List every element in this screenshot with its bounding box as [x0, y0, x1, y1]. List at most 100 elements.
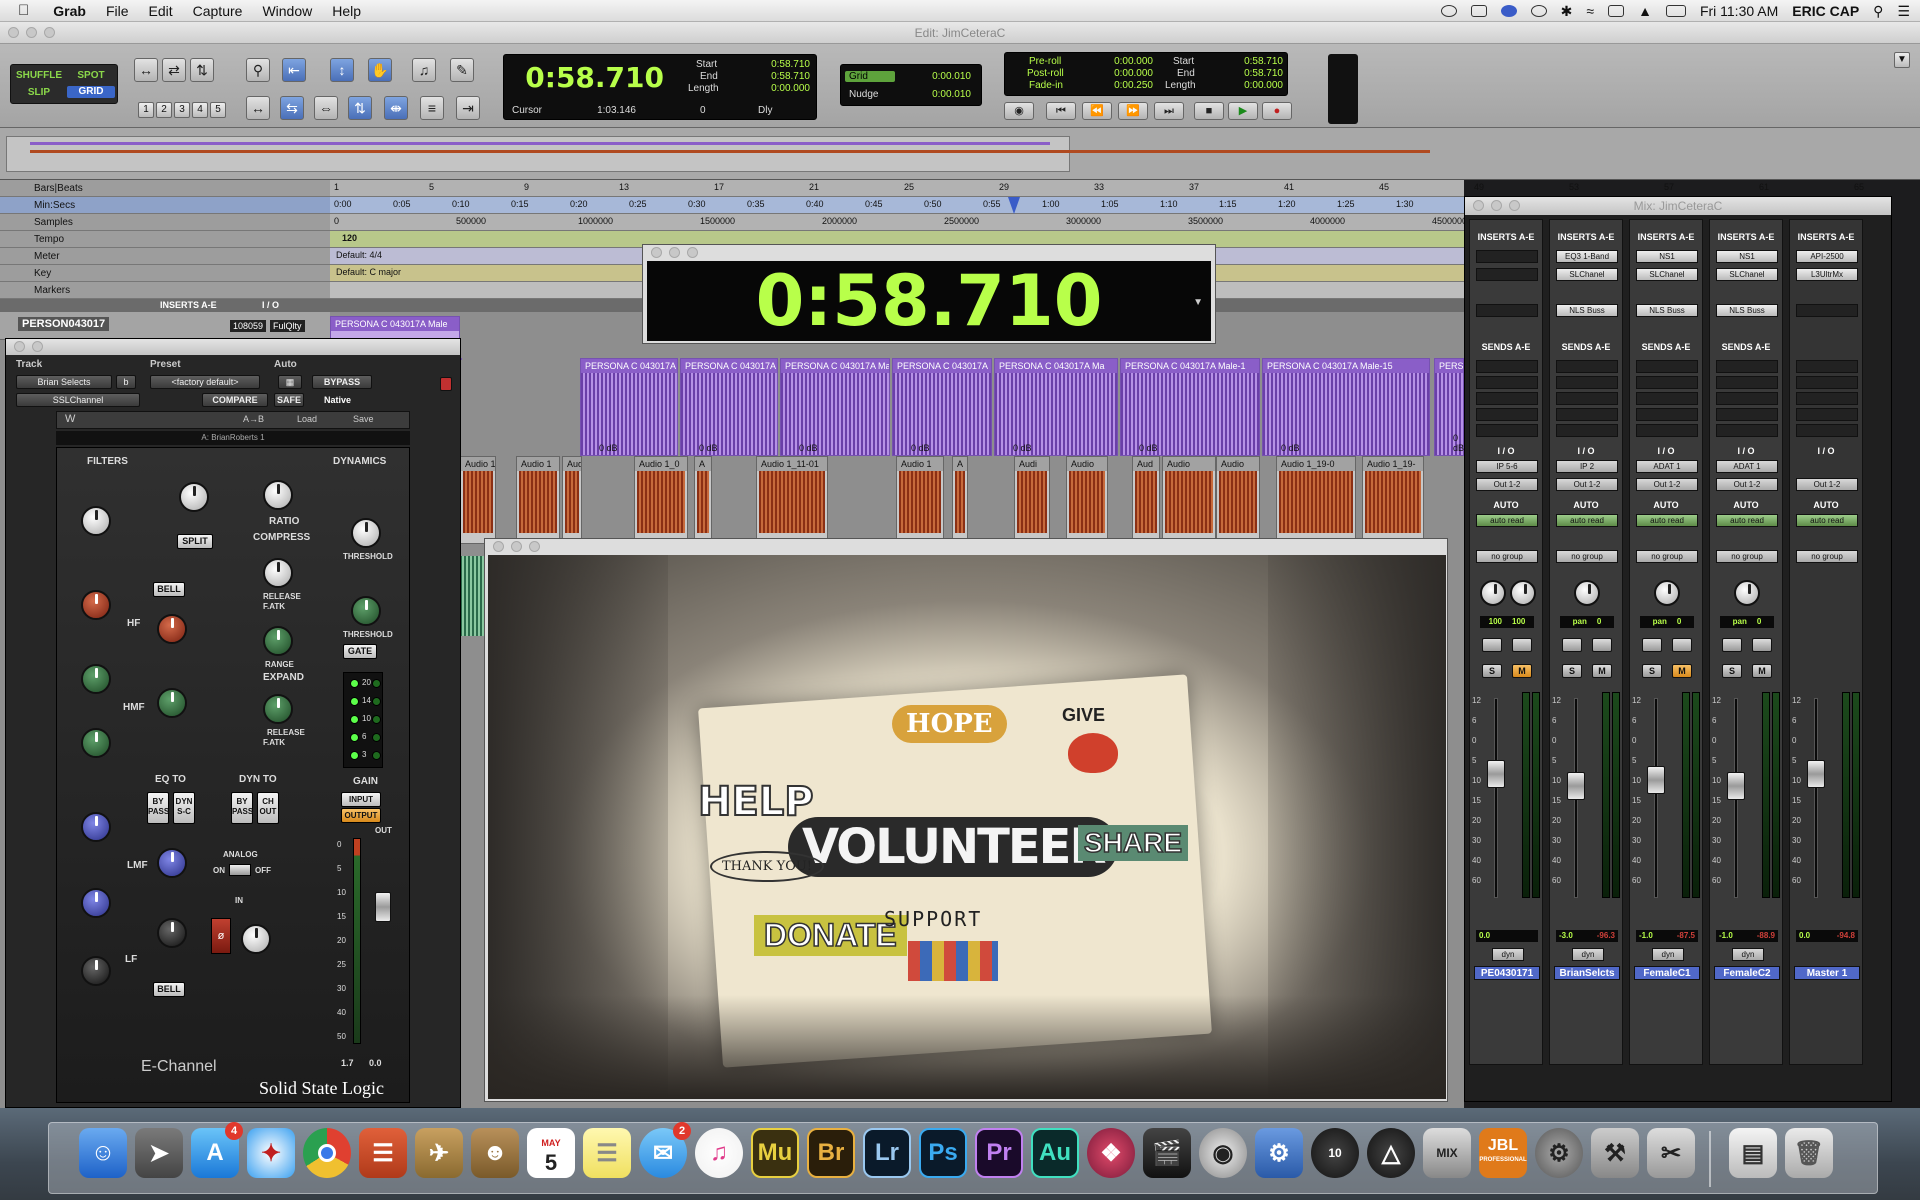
- automation-mode-select[interactable]: auto read: [1716, 514, 1778, 527]
- lmf-q-knob[interactable]: [81, 888, 111, 918]
- commands-focus-icon[interactable]: ⇥: [456, 96, 480, 120]
- insert-slot[interactable]: [1796, 304, 1858, 317]
- solo-button[interactable]: S: [1722, 664, 1742, 678]
- comp-release-knob[interactable]: [263, 558, 293, 588]
- group-select[interactable]: no group: [1716, 550, 1778, 563]
- solo-button[interactable]: S: [1482, 664, 1502, 678]
- big-counter-display[interactable]: 0:58.710: [647, 261, 1211, 341]
- notes-icon[interactable]: ☰: [583, 1128, 631, 1178]
- mute-button[interactable]: M: [1512, 664, 1532, 678]
- clip-audio[interactable]: Audio 1: [896, 456, 944, 544]
- clip-purple[interactable]: PERS 0 dB: [1434, 358, 1464, 456]
- muse-icon[interactable]: Mu: [751, 1128, 799, 1178]
- solo-button[interactable]: S: [1562, 664, 1582, 678]
- toolbar-menu-icon[interactable]: ▼: [1894, 52, 1910, 68]
- group-select[interactable]: no group: [1476, 550, 1538, 563]
- input-selector[interactable]: IP 5-6: [1476, 460, 1538, 473]
- plugin-minimize-button[interactable]: [32, 341, 43, 352]
- image-zoom-button[interactable]: [529, 541, 540, 552]
- key-value[interactable]: Default: C major: [336, 267, 401, 277]
- key-ruler-label[interactable]: Key: [0, 265, 330, 282]
- track-header-person[interactable]: PERSON043017 108059 FulQlty: [0, 312, 330, 340]
- clip-audio[interactable]: A: [694, 456, 712, 544]
- plugin-track-b[interactable]: b: [116, 375, 136, 389]
- zoom-preset-2[interactable]: 2: [156, 102, 172, 118]
- main-counter[interactable]: 0:58.710: [514, 61, 664, 94]
- clip-audio[interactable]: Aud: [1132, 456, 1160, 544]
- safari-icon[interactable]: ✦: [247, 1128, 295, 1178]
- record-enable-button[interactable]: [1722, 638, 1742, 652]
- pencil-tool-icon[interactable]: ✎: [450, 58, 474, 82]
- volume-fader[interactable]: [1727, 772, 1745, 800]
- clip-purple[interactable]: PERSONA C 043017A 0 dB: [580, 358, 678, 456]
- chrome-icon[interactable]: [303, 1128, 351, 1178]
- split-button[interactable]: SPLIT: [177, 534, 213, 549]
- insert-slot[interactable]: EQ3 1-Band: [1556, 250, 1618, 263]
- menu-user[interactable]: ERIC CAP: [1792, 3, 1859, 19]
- menu-file[interactable]: File: [96, 3, 139, 19]
- display-icon[interactable]: [1470, 5, 1487, 17]
- gate-range-knob[interactable]: [263, 626, 293, 656]
- wifi-icon[interactable]: ≈: [1586, 3, 1594, 19]
- battery-icon[interactable]: [1665, 5, 1686, 17]
- group-select[interactable]: no group: [1556, 550, 1618, 563]
- track-name-plate[interactable]: PE0430171: [1474, 966, 1540, 980]
- slip-mode-button[interactable]: SLIP: [15, 87, 63, 99]
- input-monitor-button[interactable]: [1672, 638, 1692, 652]
- send-slot[interactable]: [1716, 360, 1778, 373]
- record-enable-button[interactable]: [1482, 638, 1502, 652]
- stop-icon[interactable]: ■: [1194, 102, 1224, 120]
- system-preferences-icon[interactable]: ⚙: [1535, 1128, 1583, 1178]
- scrubber-tool-icon[interactable]: ♫: [412, 58, 436, 82]
- send-slot[interactable]: [1476, 392, 1538, 405]
- track-name-plate[interactable]: FemaleC1: [1634, 966, 1700, 980]
- clip-audio[interactable]: Audio: [1216, 456, 1260, 544]
- plugin-preset-select[interactable]: <factory default>: [150, 375, 260, 389]
- comp-threshold-knob[interactable]: [351, 518, 381, 548]
- gate-release-knob[interactable]: [263, 694, 293, 724]
- clip-purple[interactable]: PERSONA C 043017A 0 dB: [892, 358, 992, 456]
- insert-slot[interactable]: L3UltrMx: [1796, 268, 1858, 281]
- insert-slot[interactable]: NLS Buss: [1636, 304, 1698, 317]
- send-slot[interactable]: [1476, 360, 1538, 373]
- zoom-preset-1[interactable]: 1: [138, 102, 154, 118]
- hf-freq-knob[interactable]: [157, 614, 187, 644]
- eq-dyn-sc-button[interactable]: DYN S-C: [173, 792, 195, 824]
- track-quality[interactable]: FulQlty: [270, 320, 305, 332]
- selector-tool-icon[interactable]: ↕: [330, 58, 354, 82]
- volume-fader[interactable]: [1567, 772, 1585, 800]
- transport-length-value[interactable]: 0:00.000: [1205, 80, 1283, 91]
- big-counter-minimize-button[interactable]: [669, 247, 680, 258]
- apple-menu-icon[interactable]: : [0, 2, 43, 19]
- send-slot[interactable]: [1476, 408, 1538, 421]
- spot-mode-button[interactable]: SPOT: [67, 70, 115, 82]
- airplay-icon[interactable]: [1608, 5, 1625, 17]
- send-slot[interactable]: [1796, 408, 1858, 421]
- plugin-close-button[interactable]: [14, 341, 25, 352]
- keyboard-focus-icon[interactable]: ≡: [420, 96, 444, 120]
- hmf-gain-knob[interactable]: [81, 664, 111, 694]
- markers-ruler-label[interactable]: Markers: [0, 282, 330, 299]
- plugin-track-select[interactable]: Brian Selects: [16, 375, 112, 389]
- input-trim-knob[interactable]: [241, 924, 271, 954]
- send-slot[interactable]: [1556, 376, 1618, 389]
- grabber-tool-icon[interactable]: ✋: [368, 58, 392, 82]
- postroll-label[interactable]: Post-roll: [1027, 68, 1064, 79]
- volume-icon[interactable]: ▲: [1638, 3, 1652, 19]
- send-slot[interactable]: [1556, 392, 1618, 405]
- insert-slot[interactable]: [1476, 304, 1538, 317]
- big-counter-close-button[interactable]: [651, 247, 662, 258]
- bluetooth-icon[interactable]: ✱: [1561, 3, 1573, 20]
- play-icon[interactable]: ▶: [1228, 102, 1258, 120]
- pan-knob[interactable]: [1654, 580, 1680, 606]
- solo-button[interactable]: S: [1642, 664, 1662, 678]
- clip-audio[interactable]: Audio: [1066, 456, 1108, 544]
- image-close-button[interactable]: [493, 541, 504, 552]
- status-circle-icon[interactable]: [1500, 5, 1517, 17]
- finder-icon[interactable]: ☺: [79, 1128, 127, 1178]
- clip-audio[interactable]: Audio 1_: [460, 456, 496, 544]
- jbl-icon[interactable]: JBL PROFESSIONAL: [1479, 1128, 1527, 1178]
- minimize-button[interactable]: [26, 27, 37, 38]
- clip-audio[interactable]: Audio 1: [516, 456, 560, 544]
- length-value[interactable]: 0:00.000: [744, 83, 810, 94]
